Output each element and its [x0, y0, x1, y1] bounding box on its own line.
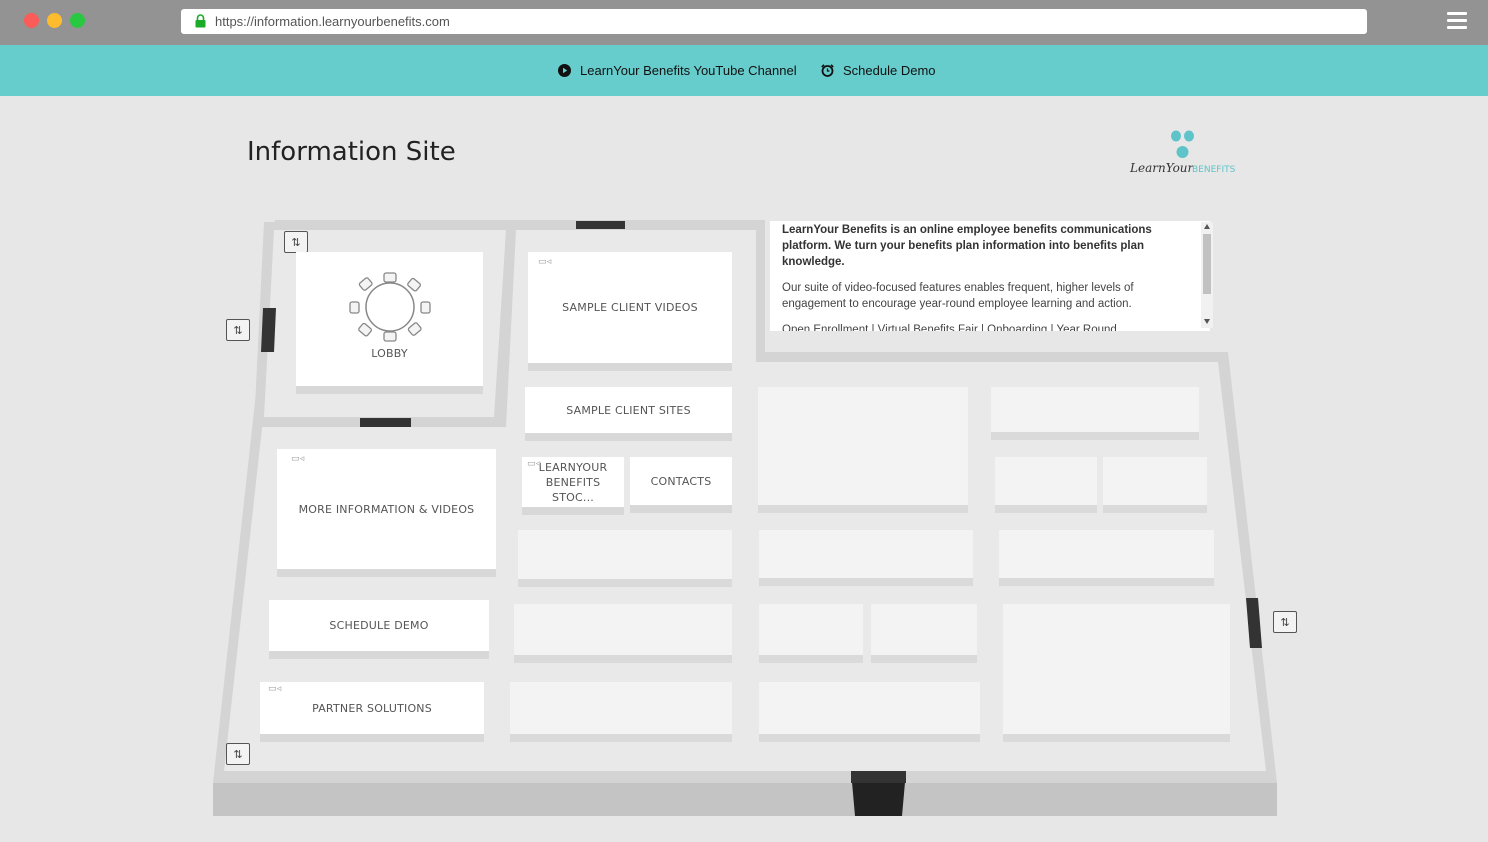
elevator-icon: ⇅	[1273, 611, 1297, 633]
empty-room	[999, 530, 1214, 578]
empty-room	[759, 530, 973, 578]
info-scrollbar[interactable]	[1201, 222, 1213, 328]
room-lobby[interactable]: LOBBY	[296, 252, 483, 386]
room-label: LOBBY	[371, 346, 408, 360]
room-label: SCHEDULE DEMO	[329, 619, 429, 632]
video-camera-icon: ▭◃	[291, 454, 305, 464]
empty-room	[995, 457, 1097, 505]
info-body: Our suite of video-focused features enab…	[782, 282, 1134, 310]
room-label: SAMPLE CLIENT VIDEOS	[562, 301, 698, 314]
empty-room	[871, 604, 977, 655]
room-schedule-demo[interactable]: SCHEDULE DEMO	[269, 600, 489, 651]
elevator-icon: ⇅	[226, 319, 250, 341]
empty-room	[514, 604, 732, 655]
room-sample-client-sites[interactable]: SAMPLE CLIENT SITES	[525, 387, 732, 433]
empty-room	[759, 682, 980, 734]
video-camera-icon: ▭◃	[538, 257, 552, 267]
room-label: MORE INFORMATION & VIDEOS	[298, 502, 475, 516]
scroll-down-icon[interactable]	[1204, 319, 1210, 324]
floor-plan	[213, 220, 1277, 816]
room-sample-client-videos[interactable]: ▭◃ SAMPLE CLIENT VIDEOS	[528, 252, 732, 363]
empty-room	[991, 387, 1199, 432]
empty-room	[759, 604, 863, 655]
info-more: Open Enrollment | Virtual Benefits Fair …	[782, 324, 1117, 331]
room-partner-solutions[interactable]: ▭◃ PARTNER SOLUTIONS	[260, 682, 484, 734]
room-contacts[interactable]: CONTACTS	[630, 457, 732, 505]
empty-room	[510, 682, 732, 734]
empty-room	[1103, 457, 1207, 505]
info-panel: LearnYour Benefits is an online employee…	[770, 221, 1210, 331]
room-label: SAMPLE CLIENT SITES	[566, 403, 691, 417]
elevator-icon: ⇅	[226, 743, 250, 765]
empty-room	[758, 387, 968, 505]
scroll-thumb[interactable]	[1203, 234, 1211, 294]
room-stock-videos[interactable]: ▭◃ LEARNYOUR BENEFITS STOC...	[522, 457, 624, 507]
video-camera-icon: ▭◃	[527, 459, 541, 469]
scroll-up-icon[interactable]	[1204, 224, 1210, 229]
empty-room	[1003, 604, 1230, 734]
elevator-icon: ⇅	[284, 231, 308, 253]
video-camera-icon: ▭◃	[268, 684, 282, 694]
room-label: PARTNER SOLUTIONS	[312, 701, 432, 715]
info-intro: LearnYour Benefits is an online employee…	[782, 224, 1152, 268]
conference-table-icon	[348, 271, 431, 342]
empty-room	[518, 530, 732, 579]
room-more-information[interactable]: ▭◃ MORE INFORMATION & VIDEOS	[277, 449, 496, 569]
room-label: LEARNYOUR BENEFITS STOC...	[538, 460, 608, 504]
room-label: CONTACTS	[650, 474, 712, 488]
